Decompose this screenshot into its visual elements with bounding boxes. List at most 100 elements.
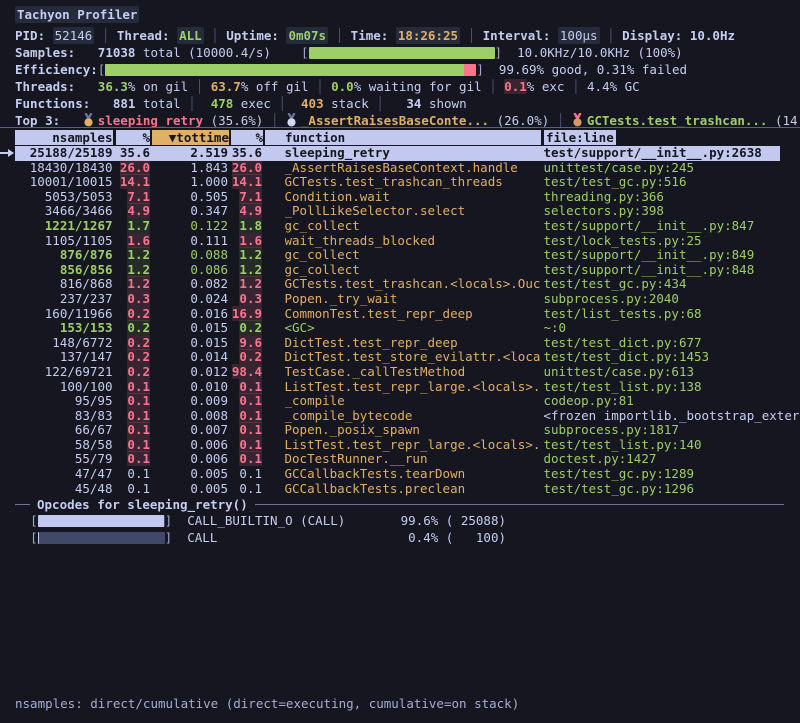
top3-item-3[interactable]: GCTests.test_trashcan...: [587, 113, 768, 128]
function-cell: DictTest.test_store_evilattr.<local...: [285, 350, 540, 365]
tottime-cell: 0.016: [150, 307, 228, 322]
pct-cumulative-cell: 16.9: [228, 307, 262, 322]
table-row[interactable]: 47/470.10.0050.1GCCallbackTests.tearDown…: [0, 467, 800, 482]
nsamples-cell: 45/48: [15, 482, 113, 497]
table-row[interactable]: 25188/2518935.62.51935.6sleeping_retryte…: [15, 146, 780, 161]
tottime-cell: 0.505: [150, 190, 228, 205]
tottime-cell: 0.005: [150, 467, 228, 482]
threads-exc: 0.1: [504, 79, 527, 94]
function-cell: Popen._posix_spawn: [285, 423, 540, 438]
functions-line: Functions: 881 total │ 478 exec │ 403 st…: [0, 95, 800, 112]
thread-value[interactable]: ALL: [177, 27, 204, 44]
table-row[interactable]: 160/119660.20.01616.9CommonTest.test_rep…: [0, 307, 800, 322]
table-row[interactable]: 5053/50537.10.5057.1Condition.waitthread…: [0, 190, 800, 205]
table-row[interactable]: 83/830.10.0080.1_compile_bytecode<frozen…: [0, 409, 800, 424]
file-line-cell: unittest/case.py:245: [544, 161, 695, 176]
table-row[interactable]: 1221/12671.70.1221.8gc_collecttest/suppo…: [0, 219, 800, 234]
pct-direct-cell: 0.2: [113, 336, 151, 351]
nsamples-cell: 100/100: [15, 380, 113, 395]
tottime-cell: 0.007: [150, 423, 228, 438]
pct-direct-cell: 26.0: [113, 161, 151, 176]
table-row[interactable]: 137/1470.20.0140.2DictTest.test_store_ev…: [0, 350, 800, 365]
tottime-cell: 2.519: [150, 146, 228, 161]
function-cell: Condition.wait: [285, 190, 540, 205]
file-line-cell: test/test_dict.py:677: [544, 336, 702, 351]
table-row[interactable]: 148/67720.20.0159.6DictTest.test_repr_de…: [0, 336, 800, 351]
samples-count-suffix: total (10000.4/s): [135, 45, 270, 60]
table-row[interactable]: 876/8761.20.0881.2gc_collecttest/support…: [0, 248, 800, 263]
table-row[interactable]: 95/950.10.0090.1_compilecodeop.py:81: [0, 394, 800, 409]
function-cell: _compile_bytecode: [285, 409, 540, 424]
table-row[interactable]: 153/1530.20.0150.2<GC>~:0: [0, 321, 800, 336]
file-line-cell: subprocess.py:2040: [544, 292, 679, 307]
function-cell: _PollLikeSelector.select: [285, 204, 540, 219]
table-header: nsamples % ▼tottime % function file:line: [0, 130, 800, 145]
file-line-cell: test/support/__init__.py:849: [544, 248, 755, 263]
nsamples-cell: 856/856: [15, 263, 113, 278]
pct-cumulative-cell: 1.2: [228, 277, 262, 292]
pct-cumulative-cell: 0.1: [228, 438, 262, 453]
threads-off-gil: 63.7: [211, 79, 241, 94]
table-row[interactable]: 122/697210.20.01298.4TestCase._callTestM…: [0, 365, 800, 380]
tottime-cell: 0.009: [150, 394, 228, 409]
table-row[interactable]: 856/8561.20.0861.2gc_collecttest/support…: [0, 263, 800, 278]
table-row[interactable]: 237/2370.30.0240.3Popen._try_waitsubproc…: [0, 292, 800, 307]
tottime-cell: 0.010: [150, 380, 228, 395]
column-header-file-line[interactable]: file:line: [544, 130, 616, 145]
function-cell: wait_threads_blocked: [285, 234, 540, 249]
table-row[interactable]: 100/1000.10.0100.1ListTest.test_repr_lar…: [0, 380, 800, 395]
file-line-cell: doctest.py:1427: [544, 452, 657, 467]
file-line-cell: selectors.py:398: [544, 204, 664, 219]
top3-item-1[interactable]: sleeping_retry: [98, 113, 203, 128]
status-line: PID: 52146 │ Thread: ALL │ Uptime: 0m07s…: [0, 27, 800, 44]
bronze-medal-icon: [572, 113, 583, 127]
pct-cumulative-cell: 0.1: [228, 380, 262, 395]
functions-label: Functions:: [15, 96, 90, 111]
nsamples-cell: 83/83: [15, 409, 113, 424]
file-line-cell: test/test_gc.py:1289: [544, 467, 695, 482]
selection-arrow-icon: [0, 152, 13, 154]
pct-cumulative-cell: 0.1: [228, 467, 262, 482]
efficiency-bar: [105, 64, 476, 76]
column-header-pct-direct[interactable]: %: [116, 130, 150, 145]
tottime-cell: 0.006: [150, 438, 228, 453]
pct-direct-cell: 35.6: [113, 146, 151, 161]
column-header-tottime-sorted[interactable]: ▼tottime: [152, 130, 229, 145]
pct-direct-cell: 14.1: [113, 175, 151, 190]
column-header-pct-cumulative[interactable]: %: [231, 130, 263, 145]
table-row[interactable]: 55/790.10.0060.1DocTestRunner.__rundocte…: [0, 452, 800, 467]
file-line-cell: subprocess.py:1817: [544, 423, 679, 438]
function-cell: _AssertRaisesBaseContext.handle: [285, 161, 540, 176]
interval-label: Interval:: [483, 28, 558, 43]
pct-direct-cell: 0.1: [113, 423, 151, 438]
table-row[interactable]: 45/480.10.0050.1GCCallbackTests.preclean…: [0, 482, 800, 497]
footer-help: nsamples: direct/cumulative (direct=exec…: [15, 660, 519, 723]
pct-direct-cell: 0.1: [113, 380, 151, 395]
nsamples-cell: 55/79: [15, 452, 113, 467]
table-row[interactable]: 1105/11051.60.1111.6wait_threads_blocked…: [0, 234, 800, 249]
column-header-function[interactable]: function: [265, 130, 541, 145]
column-header-nsamples[interactable]: nsamples: [15, 130, 113, 145]
top3-item-2[interactable]: _AssertRaisesBaseConte...: [301, 113, 489, 128]
table-separator: [0, 127, 800, 128]
table-row[interactable]: 3466/34664.90.3474.9_PollLikeSelector.se…: [0, 204, 800, 219]
nsamples-cell: 3466/3466: [15, 204, 113, 219]
nsamples-cell: 153/153: [15, 321, 113, 336]
nsamples-cell: 47/47: [15, 467, 113, 482]
samples-line: Samples: 71038 total (10000.4/s) [] 10.0…: [0, 44, 800, 61]
function-cell: <GC>: [285, 321, 540, 336]
file-line-cell: test/test_gc.py:434: [544, 277, 687, 292]
table-row[interactable]: 18430/1843026.01.84326.0_AssertRaisesBas…: [0, 161, 800, 176]
nsamples-cell: 18430/18430: [15, 161, 113, 176]
nsamples-cell: 237/237: [15, 292, 113, 307]
table-row[interactable]: 58/580.10.0060.1ListTest.test_repr_large…: [0, 438, 800, 453]
table-row[interactable]: 66/670.10.0070.1Popen._posix_spawnsubpro…: [0, 423, 800, 438]
thread-label: Thread:: [117, 28, 177, 43]
pct-cumulative-cell: 0.1: [228, 452, 262, 467]
table-row[interactable]: 10001/1001514.11.00014.1GCTests.test_tra…: [0, 175, 800, 190]
table-row[interactable]: 816/8681.20.0821.2GCTests.test_trashcan.…: [0, 277, 800, 292]
function-cell: ListTest.test_repr_large.<locals>.c...: [285, 438, 540, 453]
threads-line: Threads: 36.3% on gil │ 63.7% off gil │ …: [0, 78, 800, 95]
file-line-cell: test/lock_tests.py:25: [544, 234, 702, 249]
nsamples-cell: 160/11966: [15, 307, 113, 322]
